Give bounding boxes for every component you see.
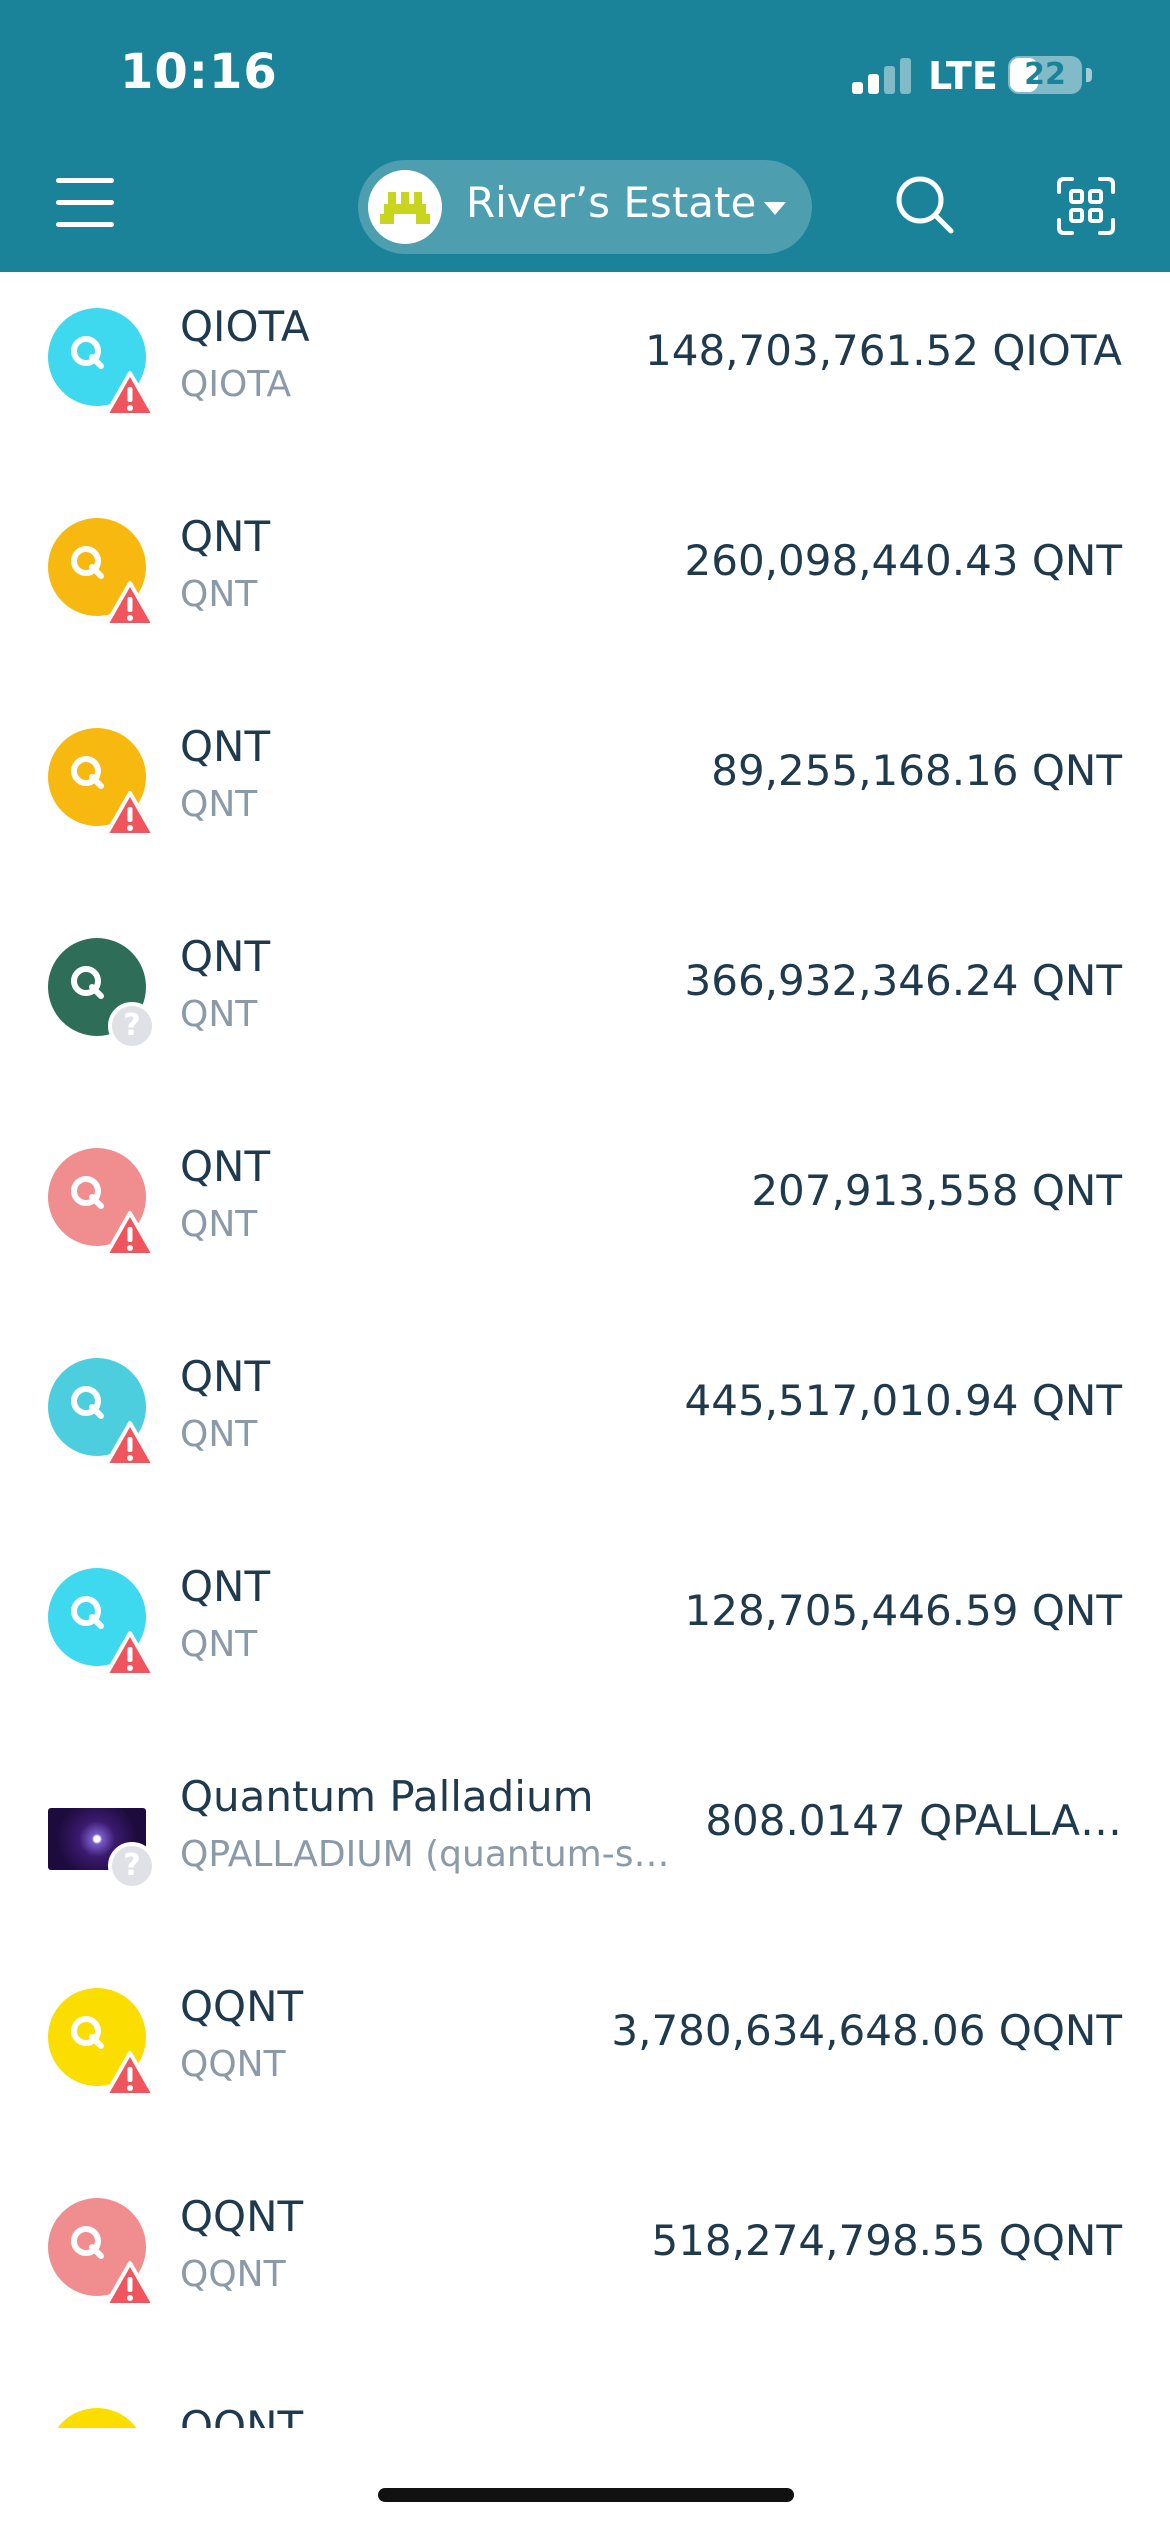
token-name: QNT — [180, 932, 271, 981]
token-name: QQNT — [180, 2402, 304, 2428]
token-symbol: QNT — [180, 994, 258, 1035]
token-balance: 89,255,168.16 QNT — [711, 746, 1122, 795]
token-name: QNT — [180, 1142, 271, 1191]
token-name: Quantum Palladium — [180, 1772, 594, 1821]
warning-icon — [104, 2260, 156, 2308]
wallet-name: River’s Estate — [466, 178, 757, 227]
token-row[interactable]: QQNT — [0, 2372, 1170, 2428]
chevron-down-icon — [764, 202, 786, 215]
token-balance: 808.0147 QPALLA… — [705, 1796, 1122, 1845]
token-symbol: QQNT — [180, 2254, 286, 2295]
token-name: QNT — [180, 722, 271, 771]
network-type: LTE — [928, 54, 998, 98]
wallet-selector[interactable]: River’s Estate — [358, 160, 812, 254]
token-row[interactable]: QNT QNT 207,913,558 QNT — [0, 1112, 1170, 1322]
token-q-icon — [48, 2408, 146, 2428]
wallet-avatar-icon — [368, 170, 442, 244]
token-symbol: QIOTA — [180, 364, 292, 405]
warning-icon — [104, 1630, 156, 1678]
token-balance: 260,098,440.43 QNT — [684, 536, 1122, 585]
token-row[interactable]: QIOTA QIOTA 148,703,761.52 QIOTA — [0, 272, 1170, 482]
token-symbol: QPALLADIUM (quantum-s… — [180, 1834, 670, 1875]
warning-icon — [104, 580, 156, 628]
token-balance: 518,274,798.55 QQNT — [651, 2216, 1122, 2265]
token-row[interactable]: QNT QNT 445,517,010.94 QNT — [0, 1322, 1170, 1532]
token-name: QNT — [180, 512, 271, 561]
hamburger-menu-icon[interactable] — [56, 178, 114, 228]
warning-icon — [104, 790, 156, 838]
token-row[interactable]: QNT QNT 128,705,446.59 QNT — [0, 1532, 1170, 1742]
cellular-signal-icon — [852, 58, 914, 94]
token-list[interactable]: QIOTA QIOTA 148,703,761.52 QIOTA QNT QNT 260,… — [0, 272, 1170, 2428]
battery-icon: 22 — [1008, 56, 1082, 94]
token-balance: 128,705,446.59 QNT — [684, 1586, 1122, 1635]
token-row[interactable]: QNT QNT 260,098,440.43 QNT — [0, 482, 1170, 692]
token-row[interactable]: ? Quantum Palladium QPALLADIUM (quantum-s…… — [0, 1742, 1170, 1952]
search-icon[interactable] — [894, 174, 956, 236]
token-row[interactable]: QNT QNT 89,255,168.16 QNT — [0, 692, 1170, 902]
warning-icon — [104, 370, 156, 418]
token-balance: 148,703,761.52 QIOTA — [645, 326, 1122, 375]
token-symbol: QNT — [180, 1204, 258, 1245]
battery-level: 22 — [1024, 57, 1066, 92]
question-mark-icon: ? — [108, 1842, 156, 1890]
battery-nub — [1086, 68, 1092, 82]
qr-scan-icon[interactable] — [1056, 176, 1116, 236]
home-indicator[interactable] — [378, 2488, 794, 2502]
token-symbol: QNT — [180, 784, 258, 825]
warning-icon — [104, 1210, 156, 1258]
warning-icon — [104, 2050, 156, 2098]
token-name: QNT — [180, 1562, 271, 1611]
status-time: 10:16 — [120, 44, 278, 100]
token-symbol: QNT — [180, 1624, 258, 1665]
token-name: QNT — [180, 1352, 271, 1401]
token-balance: 445,517,010.94 QNT — [684, 1376, 1122, 1425]
token-symbol: QNT — [180, 574, 258, 615]
token-symbol: QNT — [180, 1414, 258, 1455]
token-row[interactable]: ? QNT QNT 366,932,346.24 QNT — [0, 902, 1170, 1112]
token-row[interactable]: QQNT QQNT 518,274,798.55 QQNT — [0, 2162, 1170, 2372]
token-balance: 3,780,634,648.06 QQNT — [611, 2006, 1122, 2055]
token-balance: 207,913,558 QNT — [751, 1166, 1122, 1215]
token-name: QIOTA — [180, 302, 310, 351]
warning-icon — [104, 1420, 156, 1468]
token-name: QQNT — [180, 1982, 304, 2031]
token-balance: 366,932,346.24 QNT — [684, 956, 1122, 1005]
token-name: QQNT — [180, 2192, 304, 2241]
app-header: 10:16 LTE 22 River’s Estate — [0, 0, 1170, 272]
token-symbol: QQNT — [180, 2044, 286, 2085]
token-row[interactable]: QQNT QQNT 3,780,634,648.06 QQNT — [0, 1952, 1170, 2162]
question-mark-icon: ? — [108, 1002, 156, 1050]
